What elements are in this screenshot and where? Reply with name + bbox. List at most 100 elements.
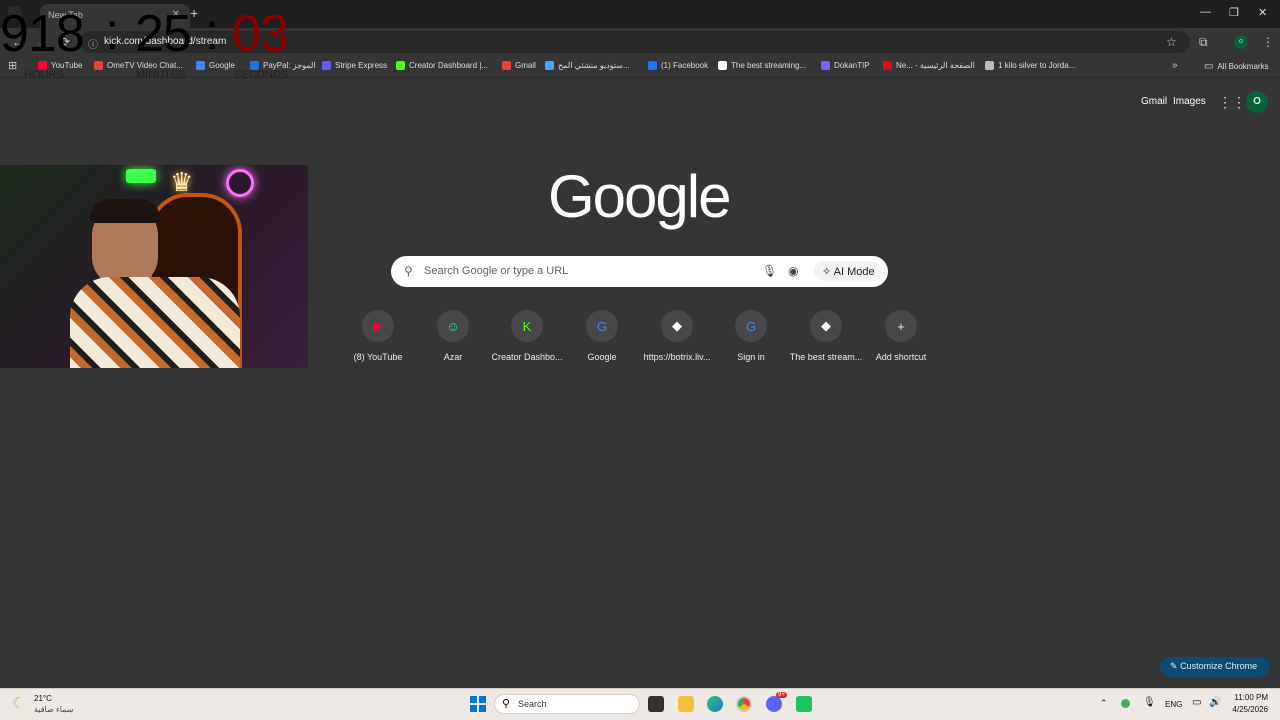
task-view-icon[interactable] — [648, 696, 664, 712]
streamer-shirt — [70, 277, 240, 368]
bookmark-item[interactable]: Gmail — [502, 61, 536, 70]
file-explorer-icon[interactable] — [678, 696, 694, 712]
chrome-icon[interactable] — [736, 696, 752, 712]
microphone-icon[interactable]: 🎙 — [762, 264, 777, 278]
shortcut-icon: ▶ — [362, 310, 394, 342]
timer-hours-label: HOURS — [24, 69, 64, 81]
shortcut-tile[interactable]: + Add shortcut — [856, 310, 946, 362]
neon-sign-green — [126, 169, 156, 183]
timer-seconds: 03 — [232, 5, 289, 63]
volume-icon[interactable]: 🔊 — [1209, 697, 1221, 708]
shortcut-label: Add shortcut — [875, 352, 927, 362]
bookmark-item[interactable]: Creator Dashboard |... — [396, 61, 488, 70]
timer-separator: : — [205, 3, 219, 61]
bookmark-favicon-icon — [322, 61, 331, 70]
bookmark-favicon-icon — [985, 61, 994, 70]
webcam-overlay: ♛ — [0, 165, 308, 368]
notification-badge: 9+ — [776, 692, 787, 698]
bookmark-label: (1) Facebook — [661, 61, 709, 70]
windows-start-icon[interactable] — [470, 696, 486, 712]
ai-mode-button[interactable]: ✧ AI Mode — [814, 261, 882, 281]
bookmark-item[interactable]: The best streaming... — [718, 61, 806, 70]
status-dot-icon[interactable] — [1121, 699, 1130, 708]
clock-date[interactable]: 4/25/2026 — [1227, 705, 1268, 714]
clock-time[interactable]: 11:00 PM — [1234, 693, 1268, 702]
all-bookmarks-label: All Bookmarks — [1217, 62, 1269, 71]
google-logo: Google — [548, 163, 731, 230]
neon-logo — [226, 169, 254, 197]
google-apps-icon[interactable]: ⋮⋮ — [1218, 94, 1246, 111]
timer-minutes: 25 — [135, 5, 192, 63]
search-icon: ⚲ — [404, 264, 413, 278]
bookmark-label: Ne... - الصفحة الرئيسية — [896, 61, 975, 70]
new-tab-button[interactable]: + — [190, 5, 198, 21]
bookmark-label: Gmail — [515, 61, 536, 70]
bookmark-label: DokanTIP — [834, 61, 870, 70]
bookmark-favicon-icon — [883, 61, 892, 70]
language-indicator[interactable]: ENG — [1165, 700, 1182, 709]
bookmark-favicon-icon — [196, 61, 205, 70]
folder-icon: ▭ — [1204, 61, 1214, 72]
streamer-hair — [90, 199, 160, 223]
bookmark-label: 1 kilo silver to Jorda... — [998, 61, 1076, 70]
customize-chrome-button[interactable]: ✎ Customize Chrome — [1160, 657, 1270, 677]
moon-weather-icon[interactable]: ☾ — [12, 694, 25, 712]
extensions-icon[interactable]: ⧉ — [1199, 35, 1208, 50]
all-bookmarks[interactable]: ▭ All Bookmarks — [1204, 61, 1269, 72]
bookmark-item[interactable]: 1 kilo silver to Jorda... — [985, 61, 1075, 70]
camera-search-icon[interactable]: ◉ — [788, 264, 798, 278]
bookmark-favicon-icon — [502, 61, 511, 70]
star-icon[interactable]: ☆ — [1166, 35, 1177, 49]
ai-mode-label: AI Mode — [833, 266, 875, 278]
search-input[interactable]: Search Google or type a URL — [424, 265, 568, 277]
bookmark-item[interactable]: ستوديو منشئي المح... — [545, 61, 630, 70]
bookmarks-bar — [0, 56, 1280, 78]
discord-icon[interactable] — [766, 696, 782, 712]
bookmark-favicon-icon — [545, 61, 554, 70]
bookmark-favicon-icon — [648, 61, 657, 70]
kick-app-icon[interactable] — [796, 696, 812, 712]
account-avatar[interactable]: O — [1246, 91, 1268, 113]
shortcut-icon: K — [511, 310, 543, 342]
timer-seconds-label: SECONDS — [234, 69, 289, 81]
edge-icon[interactable] — [707, 696, 723, 712]
shortcut-icon: ◆ — [661, 310, 693, 342]
images-link[interactable]: Images — [1173, 96, 1206, 107]
shortcut-icon: ☺ — [437, 310, 469, 342]
site-info-icon[interactable]: ⓘ — [88, 36, 98, 51]
bookmark-label: Google — [209, 61, 235, 70]
customize-chrome-label: Customize Chrome — [1180, 661, 1258, 671]
shortcut-icon: + — [885, 310, 917, 342]
more-bookmarks-icon[interactable]: » — [1172, 60, 1178, 71]
restore-icon[interactable]: ❐ — [1229, 6, 1239, 19]
minimize-icon[interactable]: — — [1200, 6, 1211, 18]
bookmark-label: The best streaming... — [731, 61, 807, 70]
bookmark-item[interactable]: (1) Facebook — [648, 61, 708, 70]
bookmark-favicon-icon — [718, 61, 727, 70]
bookmark-item[interactable]: DokanTIP — [821, 61, 870, 70]
window-close-icon[interactable]: ✕ — [1258, 6, 1267, 19]
taskbar-search-label: Search — [518, 699, 547, 709]
bookmark-item[interactable]: Ne... - الصفحة الرئيسية — [883, 61, 975, 70]
weather-temp[interactable]: 21°C — [34, 694, 52, 703]
taskbar — [0, 688, 1280, 720]
bookmark-favicon-icon — [94, 61, 103, 70]
profile-avatar[interactable]: o — [1234, 35, 1248, 49]
bookmark-favicon-icon — [821, 61, 830, 70]
bookmark-item[interactable]: Stripe Express — [322, 61, 387, 70]
gmail-link[interactable]: Gmail — [1141, 96, 1167, 107]
bookmark-item[interactable]: Google — [196, 61, 235, 70]
bookmark-label: Stripe Express — [335, 61, 388, 70]
taskbar-search[interactable] — [494, 694, 640, 714]
menu-icon[interactable]: ⋮ — [1262, 35, 1274, 49]
bookmark-label: Creator Dashboard |... — [409, 61, 489, 70]
timer-minutes-label: MINUTES — [136, 69, 186, 81]
shortcut-icon: G — [586, 310, 618, 342]
pencil-icon: ✎ — [1170, 661, 1178, 671]
weather-description: سماء صافية — [34, 705, 74, 714]
show-hidden-icons[interactable]: ⌃ — [1100, 698, 1108, 709]
shortcut-icon: ◆ — [810, 310, 842, 342]
network-icon[interactable]: ▭ — [1192, 697, 1201, 708]
microphone-tray-icon[interactable]: 🎙 — [1143, 697, 1156, 708]
taskbar-search-icon: ⚲ — [502, 698, 511, 710]
